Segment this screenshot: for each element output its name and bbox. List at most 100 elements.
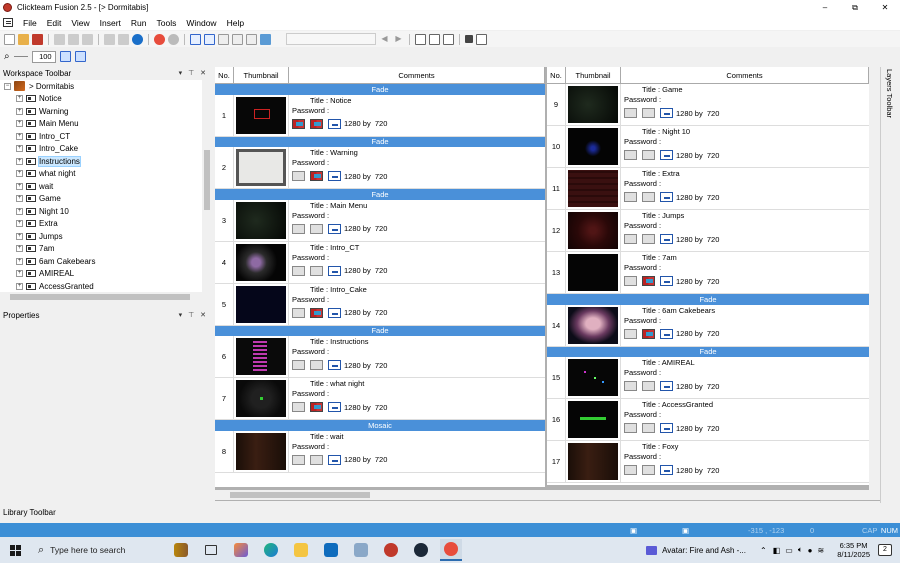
frame-title[interactable]: Title : Night 10 [642, 127, 690, 136]
tree-item[interactable]: +7am [0, 243, 212, 256]
frame-row[interactable]: 9 Title : Game Password : 1280 by 720 [547, 84, 869, 126]
run-frame-icon[interactable] [476, 33, 487, 45]
clock[interactable]: 6:35 PM 8/11/2025 [837, 541, 870, 559]
close-button[interactable]: ✕ [870, 0, 900, 15]
battery-icon[interactable]: ▭ [785, 546, 793, 555]
frame-thumbnail[interactable] [234, 283, 289, 325]
transition-in-icon[interactable] [624, 192, 637, 202]
frame-row[interactable]: 11 Title : Extra Password : 1280 by 720 [547, 168, 869, 210]
cut-icon[interactable] [54, 33, 65, 45]
prev-icon[interactable]: ◀ [379, 34, 390, 45]
frame-comments[interactable]: Title : Game Password : 1280 by 720 [621, 84, 869, 125]
frame-password[interactable]: Password : [624, 368, 661, 377]
frame-resolution[interactable]: 1280 by 720 [344, 224, 387, 233]
transition-out-icon[interactable] [642, 276, 655, 286]
news-widget-icon[interactable] [170, 539, 192, 561]
frame-title[interactable]: Title : Intro_CT [310, 243, 359, 252]
frame-thumbnail[interactable] [566, 304, 621, 346]
save-icon[interactable] [32, 33, 43, 45]
stop-icon[interactable] [465, 35, 473, 43]
tree-item[interactable]: + Instructions [0, 155, 212, 168]
frame-thumbnail[interactable] [566, 252, 621, 293]
col-no[interactable]: No. [215, 67, 234, 83]
frame-size-icon[interactable] [328, 307, 341, 318]
frame-row[interactable]: 12 Title : Jumps Password : 1280 by 720 [547, 210, 869, 252]
expand-icon[interactable]: + [16, 132, 23, 140]
transition-out-icon[interactable] [310, 171, 323, 181]
frame-thumbnail[interactable] [234, 199, 289, 241]
frame-title[interactable]: Title : Game [642, 85, 683, 94]
taskbar-search[interactable]: ⌕ Type here to search [30, 539, 160, 561]
volume-icon[interactable]: 🔈︎ [798, 545, 803, 555]
col-comments[interactable]: Comments [621, 67, 869, 83]
undo-icon[interactable] [104, 33, 115, 45]
expand-icon[interactable]: + [16, 245, 23, 253]
grid-toggle-icon[interactable] [59, 51, 71, 62]
frame-row[interactable]: 10 Title : Night 10 Password : 1280 by 720 [547, 126, 869, 168]
frame-thumbnail[interactable] [566, 210, 621, 251]
transition-in-icon[interactable] [624, 276, 637, 286]
transition-out-icon[interactable] [642, 465, 655, 475]
chevron-up-icon[interactable]: ⌃ [760, 546, 767, 555]
frame-thumbnail[interactable] [566, 126, 621, 167]
expand-icon[interactable]: + [16, 257, 23, 265]
frame-title[interactable]: Title : Extra [642, 169, 680, 178]
frame-password[interactable]: Password : [624, 410, 661, 419]
panel-controls[interactable]: ▾ ⊤ ✕ [179, 69, 208, 77]
frame-title[interactable]: Title : Instructions [310, 337, 369, 346]
library-toolbar-title[interactable]: Library Toolbar [3, 508, 56, 517]
frame-password[interactable]: Password : [624, 316, 661, 325]
tree-item[interactable]: + Warning [0, 105, 212, 118]
copilot-icon[interactable] [230, 539, 252, 561]
transition-in-icon[interactable] [624, 465, 637, 475]
menu-insert[interactable]: Insert [95, 18, 126, 28]
frame-resolution[interactable]: 1280 by 720 [676, 424, 719, 433]
zoom-slider[interactable] [13, 56, 28, 57]
transition-in-icon[interactable] [292, 118, 305, 129]
frame-thumbnail[interactable] [566, 168, 621, 209]
transition-out-icon[interactable] [642, 328, 655, 339]
transition-out-icon[interactable] [310, 307, 323, 318]
paste-icon[interactable] [82, 33, 93, 45]
tree-item[interactable]: + Intro_Cake [0, 143, 212, 156]
frame-title[interactable]: Title : Notice [310, 96, 351, 105]
frame-password[interactable]: Password : [624, 452, 661, 461]
frame-size-icon[interactable] [660, 108, 673, 118]
transition-in-icon[interactable] [292, 360, 305, 370]
col-thumbnail[interactable]: Thumbnail [234, 67, 289, 83]
transition-band[interactable]: Fade [215, 189, 545, 200]
transition-out-icon[interactable] [642, 234, 655, 244]
file-explorer-icon[interactable] [290, 539, 312, 561]
expand-icon[interactable]: + [16, 195, 23, 203]
transition-out-icon[interactable] [310, 265, 323, 276]
frame-comments[interactable]: Title : Jumps Password : 1280 by 720 [621, 210, 869, 251]
frame-thumbnail[interactable] [566, 84, 621, 125]
tree-item[interactable]: + Jumps [0, 230, 212, 243]
frame-comments[interactable]: Title : wait Password : 1280 by 720 [289, 431, 545, 472]
frame-comments[interactable]: Title : Instructions Password : 1280 by 72… [289, 336, 545, 377]
tree-item[interactable]: +6am Cakebears [0, 255, 212, 268]
frame-thumbnail[interactable] [234, 336, 289, 377]
transition-in-icon[interactable] [292, 454, 305, 465]
transition-in-icon[interactable] [624, 381, 637, 391]
transition-in-icon[interactable] [292, 171, 305, 181]
transition-in-icon[interactable] [292, 265, 305, 276]
document-menu-icon[interactable] [3, 18, 13, 27]
expand-icon[interactable]: + [16, 232, 23, 240]
transition-out-icon[interactable] [642, 150, 655, 160]
frame-password[interactable]: Password : [292, 389, 329, 398]
zoom-magnifier-icon[interactable]: ⌕ [4, 51, 10, 62]
transition-in-icon[interactable] [624, 423, 637, 433]
expand-icon[interactable]: + [16, 157, 23, 165]
help-icon[interactable] [132, 33, 143, 45]
redo-icon[interactable] [118, 33, 129, 45]
transition-band[interactable]: Fade [215, 84, 545, 95]
frame-row[interactable]: 17 Title : Foxy Password : 1280 by 720 [547, 441, 869, 483]
frame-row[interactable]: 2 Title : Warning Password : 1280 by 720 [215, 147, 545, 189]
menu-help[interactable]: Help [222, 18, 249, 28]
menu-run[interactable]: Run [126, 18, 152, 28]
frame-password[interactable]: Password : [292, 158, 329, 167]
media-player-icon[interactable] [646, 545, 658, 555]
frame-title[interactable]: Title : Foxy [642, 442, 678, 451]
photos-icon[interactable] [350, 539, 372, 561]
